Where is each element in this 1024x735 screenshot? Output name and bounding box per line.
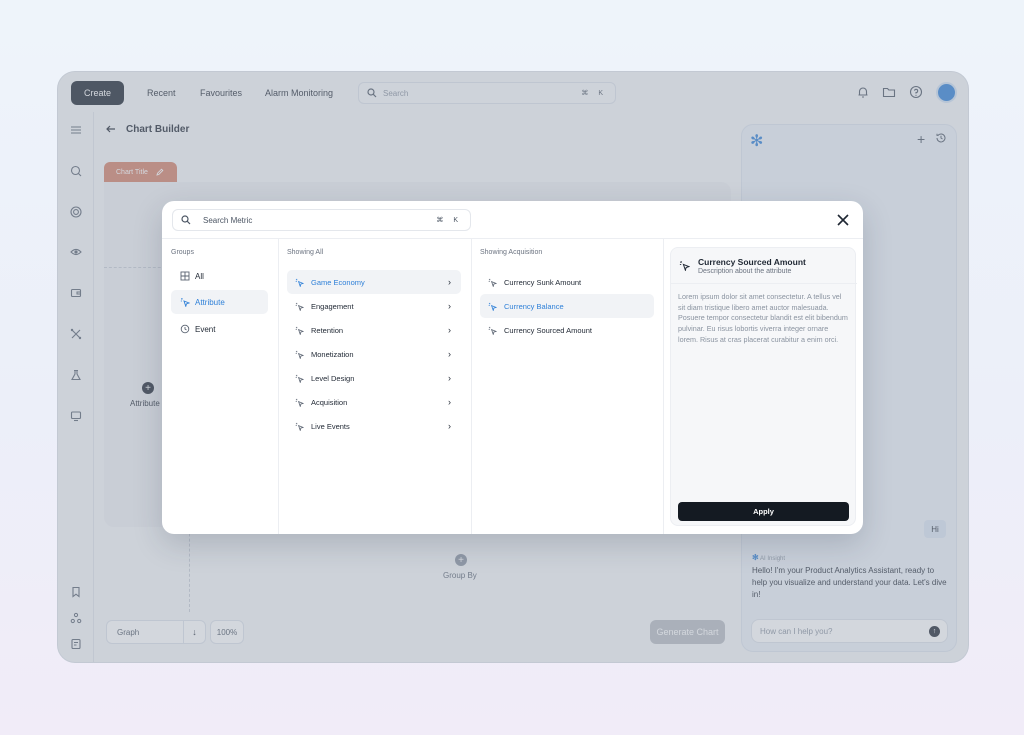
group-item-all[interactable]: All <box>171 264 268 288</box>
group-item-label: Attribute <box>195 297 225 307</box>
divider <box>663 239 664 534</box>
cursor-click-icon <box>295 422 304 431</box>
metric-label: Currency Balance <box>504 301 564 311</box>
detail-title: Currency Sourced Amount <box>698 257 806 267</box>
cursor-click-icon <box>180 297 190 307</box>
category-label: Retention <box>311 325 344 335</box>
search-icon <box>181 215 191 225</box>
metric-detail-card: Currency Sourced Amount Description abou… <box>670 247 857 526</box>
cursor-click-icon <box>295 398 304 407</box>
search-shortcut: ⌘ K <box>436 217 462 224</box>
divider <box>671 283 857 284</box>
group-item-attribute[interactable]: Attribute <box>171 290 268 314</box>
metric-search-placeholder: Search Metric <box>203 216 253 225</box>
metric-label: Currency Sourced Amount <box>504 325 592 335</box>
cursor-click-icon <box>488 278 497 287</box>
group-item-event[interactable]: Event <box>171 317 268 341</box>
cursor-click-icon <box>295 374 304 383</box>
category-label: Monetization <box>311 349 354 359</box>
showing-all-heading: Showing All <box>287 249 324 256</box>
category-item[interactable]: Retention › <box>287 318 461 342</box>
divider <box>162 238 863 239</box>
group-item-label: Event <box>195 324 216 334</box>
metric-search-input[interactable]: Search Metric ⌘ K <box>172 209 471 231</box>
category-item[interactable]: Level Design › <box>287 366 461 390</box>
cursor-click-icon <box>679 260 690 271</box>
groups-heading: Groups <box>171 249 194 256</box>
cursor-click-icon <box>295 278 304 287</box>
metric-label: Currency Sunk Amount <box>504 277 582 287</box>
metric-item[interactable]: Currency Sourced Amount <box>480 318 654 342</box>
grid-icon <box>180 271 190 281</box>
group-item-label: All <box>195 271 204 281</box>
cursor-click-icon <box>295 302 304 311</box>
cursor-click-icon <box>295 350 304 359</box>
metric-item[interactable]: Currency Sunk Amount <box>480 270 654 294</box>
divider <box>278 239 279 534</box>
category-item[interactable]: Game Economy › <box>287 270 461 294</box>
chevron-right-icon: › <box>448 397 451 407</box>
category-label: Live Events <box>311 421 350 431</box>
event-icon <box>180 324 190 334</box>
chevron-right-icon: › <box>448 373 451 383</box>
metric-picker-modal: Search Metric ⌘ K Groups All Attribute E… <box>162 201 863 534</box>
cursor-click-icon <box>488 326 497 335</box>
detail-description: Lorem ipsum dolor sit amet consectetur. … <box>678 292 848 344</box>
showing-acquisition-heading: Showing Acquisition <box>480 249 543 256</box>
chevron-right-icon: › <box>448 301 451 311</box>
chevron-right-icon: › <box>448 277 451 287</box>
chevron-right-icon: › <box>448 325 451 335</box>
category-label: Acquisition <box>311 397 348 407</box>
metric-item[interactable]: Currency Balance <box>480 294 654 318</box>
close-icon[interactable] <box>834 211 852 229</box>
category-item[interactable]: Monetization › <box>287 342 461 366</box>
category-item[interactable]: Live Events › <box>287 414 461 438</box>
apply-button[interactable]: Apply <box>678 502 849 521</box>
category-label: Level Design <box>311 373 355 383</box>
category-label: Game Economy <box>311 277 365 287</box>
divider <box>471 239 472 534</box>
category-item[interactable]: Engagement › <box>287 294 461 318</box>
detail-subtitle: Description about the attribute <box>698 268 792 275</box>
chevron-right-icon: › <box>448 349 451 359</box>
category-label: Engagement <box>311 301 354 311</box>
category-item[interactable]: Acquisition › <box>287 390 461 414</box>
cursor-click-icon <box>488 302 497 311</box>
chevron-right-icon: › <box>448 421 451 431</box>
cursor-click-icon <box>295 326 304 335</box>
